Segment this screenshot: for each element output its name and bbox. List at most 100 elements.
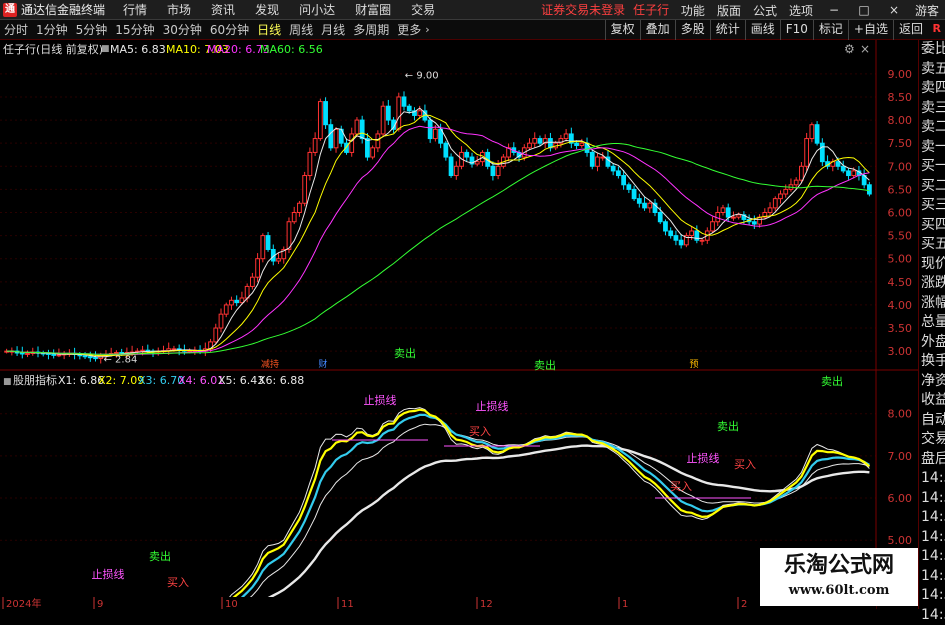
tab-30min[interactable]: 30分钟 [159,20,206,40]
menu-news[interactable]: 资讯 [211,1,235,18]
candle-body [784,189,788,194]
side-panel-item: 收益 [919,391,945,411]
price-tick-label: 3.00 [888,345,913,358]
low-price-label: ← 2.84 [104,355,138,366]
close-panel-icon[interactable]: × [860,42,870,56]
candle-body [852,171,856,176]
menu-options[interactable]: 选项 [789,2,813,19]
candle-body [256,259,260,277]
side-panel-item: 总量 [919,313,945,333]
side-panel-item: 换手 [919,352,945,372]
candle-body [664,222,668,231]
menu-discover[interactable]: 发现 [255,1,279,18]
indicator-toggle-icon[interactable]: ■ [3,377,12,387]
add-watchlist-button[interactable]: +自选 [848,20,893,40]
candle-body [454,166,458,175]
menu-function[interactable]: 功能 [681,2,705,19]
candle-body [632,189,636,198]
candle-body [465,152,469,157]
candle-body [245,286,249,298]
candle-body [773,199,777,208]
side-panel-item: 卖四 [919,79,945,99]
chevron-right-icon[interactable]: › [425,23,429,36]
candle-body [324,102,328,125]
date-tick-label: 2 [741,599,747,609]
tab-5min[interactable]: 5分钟 [72,20,112,40]
side-panel-item: 14:56 [919,586,945,606]
side-panel-item: 交易 [919,430,945,450]
candle-body [402,97,406,106]
tab-15min[interactable]: 15分钟 [111,20,158,40]
statistics-button[interactable]: 统计 [710,20,745,40]
candle-body [397,97,401,129]
tab-multi-period[interactable]: 多周期 [349,20,393,40]
candle-body [371,148,375,157]
maximize-icon[interactable]: □ [855,3,873,17]
f10-button[interactable]: F10 [780,20,813,40]
price-tick-label: 5.00 [888,253,913,266]
indicator-tick-label: 8.00 [888,408,913,421]
side-panel-item: 买一 [919,157,945,177]
candle-body [318,102,322,139]
candle-body [366,139,370,157]
price-tick-label: 8.50 [888,91,913,104]
minimize-icon[interactable]: − [825,3,843,17]
signal-label: 止损线 [92,567,125,581]
side-panel-item: 14:56 [919,567,945,587]
adjust-button[interactable]: 复权 [605,20,640,40]
app-logo-icon: 通 [3,3,17,17]
title-bar: 通 通达信金融终端 行情 市场 资讯 发现 问小达 财富圈 交易 证券交易未登录… [0,0,945,20]
menu-trade[interactable]: 交易 [411,1,435,18]
menu-wealth[interactable]: 财富圈 [355,1,391,18]
signal-label: 卖出 [394,346,416,360]
side-panel-item: 14:56 [919,606,945,625]
candle-body [847,171,851,176]
candle-body [57,355,61,356]
tab-monthly[interactable]: 月线 [317,20,349,40]
menu-layout[interactable]: 版面 [717,2,741,19]
candle-body [444,143,448,157]
candle-body [669,231,673,236]
tab-60min[interactable]: 60分钟 [206,20,253,40]
guest-user[interactable]: 游客 [915,2,939,19]
candle-body [679,240,683,245]
tab-more[interactable]: 更多 [393,20,425,40]
candle-body [141,350,145,351]
mark-button[interactable]: 标记 [813,20,848,40]
login-warning[interactable]: 证券交易未登录 [541,1,625,18]
candle-body [564,134,568,139]
side-panel-item: 买三 [919,196,945,216]
candle-body [350,134,354,152]
side-panel-item: 盘后 [919,450,945,470]
menu-quotes[interactable]: 行情 [123,1,147,18]
side-panel-item: 委比 [919,40,945,60]
legend-toggle-icon[interactable]: ■ [101,44,110,54]
signal-label: 买入 [167,576,189,589]
settings-icon[interactable]: ⚙ [844,42,855,56]
tab-intraday[interactable]: 分时 [0,20,32,40]
candle-body [648,203,652,208]
menu-ask[interactable]: 问小达 [299,1,335,18]
multi-stock-button[interactable]: 多股 [675,20,710,40]
candle-body [643,203,647,208]
tab-1min[interactable]: 1分钟 [32,20,72,40]
draw-line-button[interactable]: 画线 [745,20,780,40]
candle-body [329,125,333,148]
overlay-button[interactable]: 叠加 [640,20,675,40]
side-panel-item: 卖一 [919,138,945,158]
candle-body [841,166,845,171]
signal-label: 止损线 [364,393,397,407]
close-icon[interactable]: × [885,3,903,17]
tab-daily[interactable]: 日线 [253,20,285,40]
candle-body [810,125,814,139]
signal-label: 止损线 [687,451,720,465]
event-label: 财 [318,358,327,370]
menu-market[interactable]: 市场 [167,1,191,18]
event-label: 预 [689,359,698,370]
candle-body [868,185,872,194]
candle-body [674,236,678,241]
menu-formula[interactable]: 公式 [753,2,777,19]
tab-weekly[interactable]: 周线 [285,20,317,40]
kline-chart[interactable]: 任子行(日线 前复权) ■ MA5: 6.83 MA10: 7.03 MA20:… [0,40,918,609]
side-panel-item: 外盘 [919,333,945,353]
